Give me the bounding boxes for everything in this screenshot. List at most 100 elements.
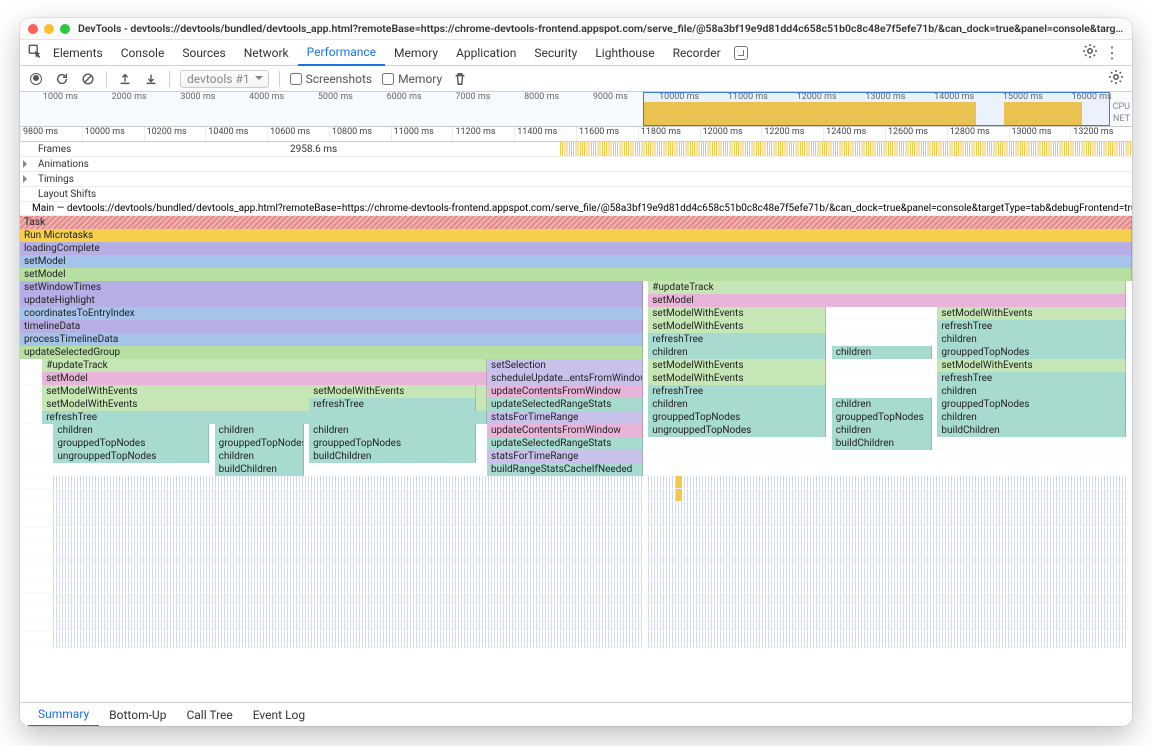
tab-recorder[interactable]: Recorder bbox=[664, 41, 730, 65]
screenshots-checkbox[interactable]: Screenshots bbox=[290, 72, 372, 86]
tab-memory[interactable]: Memory bbox=[385, 41, 447, 65]
flame-chart[interactable]: TaskRun MicrotasksloadingCompletesetMode… bbox=[20, 216, 1132, 648]
tab-elements[interactable]: Elements bbox=[44, 41, 112, 65]
flame-bar[interactable]: children bbox=[648, 398, 826, 411]
flame-bar[interactable]: grouppedTopNodes bbox=[937, 346, 1126, 359]
tab-sources[interactable]: Sources bbox=[173, 41, 234, 65]
flame-bar[interactable]: grouppedTopNodes bbox=[648, 411, 826, 424]
flame-bar[interactable]: setModelWithEvents bbox=[648, 307, 826, 320]
flame-bar[interactable]: refreshTree bbox=[937, 320, 1126, 333]
flame-bar[interactable]: statsForTimeRange bbox=[487, 411, 643, 424]
flame-bar[interactable]: coordinatesToEntryIndex bbox=[20, 307, 643, 320]
flame-bar[interactable]: setModelWithEvents bbox=[648, 320, 826, 333]
reload-button[interactable] bbox=[54, 71, 70, 87]
tab-console[interactable]: Console bbox=[112, 41, 174, 65]
flame-bar[interactable]: grouppedTopNodes bbox=[832, 411, 932, 424]
flame-bar[interactable]: setModel bbox=[648, 294, 1126, 307]
clear-button[interactable] bbox=[80, 71, 96, 87]
tab-network[interactable]: Network bbox=[235, 41, 298, 65]
track-frames[interactable]: Frames 2958.6 ms bbox=[20, 142, 1132, 157]
flame-bar[interactable]: children bbox=[937, 333, 1126, 346]
flame-bar[interactable]: refreshTree bbox=[648, 385, 826, 398]
flame-bar[interactable]: children bbox=[937, 411, 1126, 424]
more-icon[interactable]: ⋮ bbox=[1098, 43, 1126, 62]
flame-bar[interactable]: setModel bbox=[42, 372, 487, 385]
flame-bar[interactable]: children bbox=[648, 346, 826, 359]
flame-bar[interactable]: children bbox=[309, 424, 476, 437]
flame-bar[interactable]: updateSelectedRangeStats bbox=[487, 398, 643, 411]
memory-checkbox[interactable]: Memory bbox=[382, 72, 442, 86]
flame-bar[interactable]: Run Microtasks bbox=[20, 229, 1132, 242]
flame-bar[interactable]: loadingComplete bbox=[20, 242, 1132, 255]
overview-timeline[interactable]: 1000 ms2000 ms3000 ms4000 ms5000 ms6000 … bbox=[20, 92, 1132, 127]
main-thread-header[interactable]: Main — devtools://devtools/bundled/devto… bbox=[20, 202, 1132, 216]
flame-bar[interactable]: grouppedTopNodes bbox=[309, 437, 476, 450]
flame-bar[interactable]: buildChildren bbox=[309, 450, 476, 463]
tab-application[interactable]: Application bbox=[447, 41, 525, 65]
flame-bar[interactable]: grouppedTopNodes bbox=[937, 398, 1126, 411]
settings-icon[interactable] bbox=[1082, 43, 1098, 62]
flame-bar[interactable]: updateContentsFromWindow bbox=[487, 385, 643, 398]
flame-bar[interactable]: buildChildren bbox=[832, 437, 932, 450]
flame-bar[interactable]: updateContentsFromWindow bbox=[487, 424, 643, 437]
flame-bar[interactable]: buildChildren bbox=[215, 463, 304, 476]
load-profile-button[interactable] bbox=[117, 71, 133, 87]
flame-bar[interactable]: children bbox=[832, 398, 932, 411]
flame-bar[interactable]: #updateTrack bbox=[648, 281, 1126, 294]
flame-bar[interactable]: refreshTree bbox=[648, 333, 826, 346]
flame-bar[interactable]: setModel bbox=[20, 255, 1132, 268]
track-animations[interactable]: Animations bbox=[20, 157, 1132, 172]
tab-lighthouse[interactable]: Lighthouse bbox=[586, 41, 663, 65]
flame-bar[interactable]: timelineData bbox=[20, 320, 643, 333]
time-ruler[interactable]: 9800 ms10000 ms10200 ms10400 ms10600 ms1… bbox=[20, 127, 1132, 142]
save-profile-button[interactable] bbox=[143, 71, 159, 87]
flame-bar[interactable]: updateSelectedGroup bbox=[20, 346, 643, 359]
close-icon[interactable] bbox=[28, 24, 38, 34]
flame-bar[interactable]: setModelWithEvents bbox=[648, 372, 826, 385]
flame-bar[interactable]: children bbox=[215, 424, 304, 437]
profile-select[interactable]: devtools #1 bbox=[180, 70, 269, 88]
flame-bar[interactable]: setModelWithEvents bbox=[937, 307, 1126, 320]
flame-bar[interactable]: #updateTrack bbox=[42, 359, 487, 372]
flame-bar[interactable]: ungrouppedTopNodes bbox=[648, 424, 826, 437]
maximize-icon[interactable] bbox=[60, 24, 70, 34]
tab-security[interactable]: Security bbox=[525, 41, 586, 65]
flame-bar[interactable]: scheduleUpdate…entsFromWindow bbox=[487, 372, 643, 385]
perf-settings-icon[interactable] bbox=[1108, 69, 1124, 88]
flame-bar[interactable]: refreshTree bbox=[309, 398, 476, 411]
flame-bar[interactable]: children bbox=[937, 385, 1126, 398]
flame-bar[interactable]: setWindowTimes bbox=[20, 281, 643, 294]
flame-bar[interactable]: children bbox=[832, 346, 932, 359]
flame-bar[interactable]: refreshTree bbox=[937, 372, 1126, 385]
flame-bar[interactable]: children bbox=[53, 424, 209, 437]
track-timings[interactable]: Timings bbox=[20, 172, 1132, 187]
flame-bar[interactable]: refreshTree bbox=[42, 411, 487, 424]
flame-bar[interactable]: ungrouppedTopNodes bbox=[53, 450, 209, 463]
flame-bar[interactable]: buildChildren bbox=[937, 424, 1126, 437]
minimize-icon[interactable] bbox=[44, 24, 54, 34]
flame-bar[interactable]: setModelWithEvents bbox=[937, 359, 1126, 372]
flame-bar[interactable]: updateSelectedRangeStats bbox=[487, 437, 643, 450]
inspect-icon[interactable] bbox=[26, 44, 44, 61]
track-layout-shifts[interactable]: Layout Shifts bbox=[20, 187, 1132, 202]
flame-bar[interactable]: setModelWithEvents bbox=[309, 385, 476, 398]
btab-summary[interactable]: Summary bbox=[28, 703, 99, 727]
flame-bar[interactable]: processTimelineData bbox=[20, 333, 643, 346]
flame-bar[interactable]: children bbox=[832, 424, 932, 437]
flame-bar[interactable]: grouppedTopNodes bbox=[53, 437, 209, 450]
flame-bar[interactable]: statsForTimeRange bbox=[487, 450, 643, 463]
btab-bottom-up[interactable]: Bottom-Up bbox=[99, 704, 176, 726]
btab-event-log[interactable]: Event Log bbox=[243, 704, 315, 726]
flame-bar[interactable]: Task bbox=[20, 216, 1132, 229]
flame-bar[interactable]: setModelWithEvents bbox=[648, 359, 826, 372]
flame-bar[interactable]: children bbox=[215, 450, 304, 463]
btab-call-tree[interactable]: Call Tree bbox=[176, 704, 242, 726]
trash-button[interactable] bbox=[452, 71, 468, 87]
flame-bar[interactable]: setSelection bbox=[487, 359, 643, 372]
flame-bar[interactable]: buildRangeStatsCacheIfNeeded bbox=[487, 463, 643, 476]
flame-bar[interactable]: setModel bbox=[20, 268, 1132, 281]
tab-performance[interactable]: Performance bbox=[298, 40, 385, 66]
record-button[interactable] bbox=[28, 71, 44, 87]
flame-bar[interactable]: grouppedTopNodes bbox=[215, 437, 304, 450]
flame-bar[interactable]: updateHighlight bbox=[20, 294, 643, 307]
